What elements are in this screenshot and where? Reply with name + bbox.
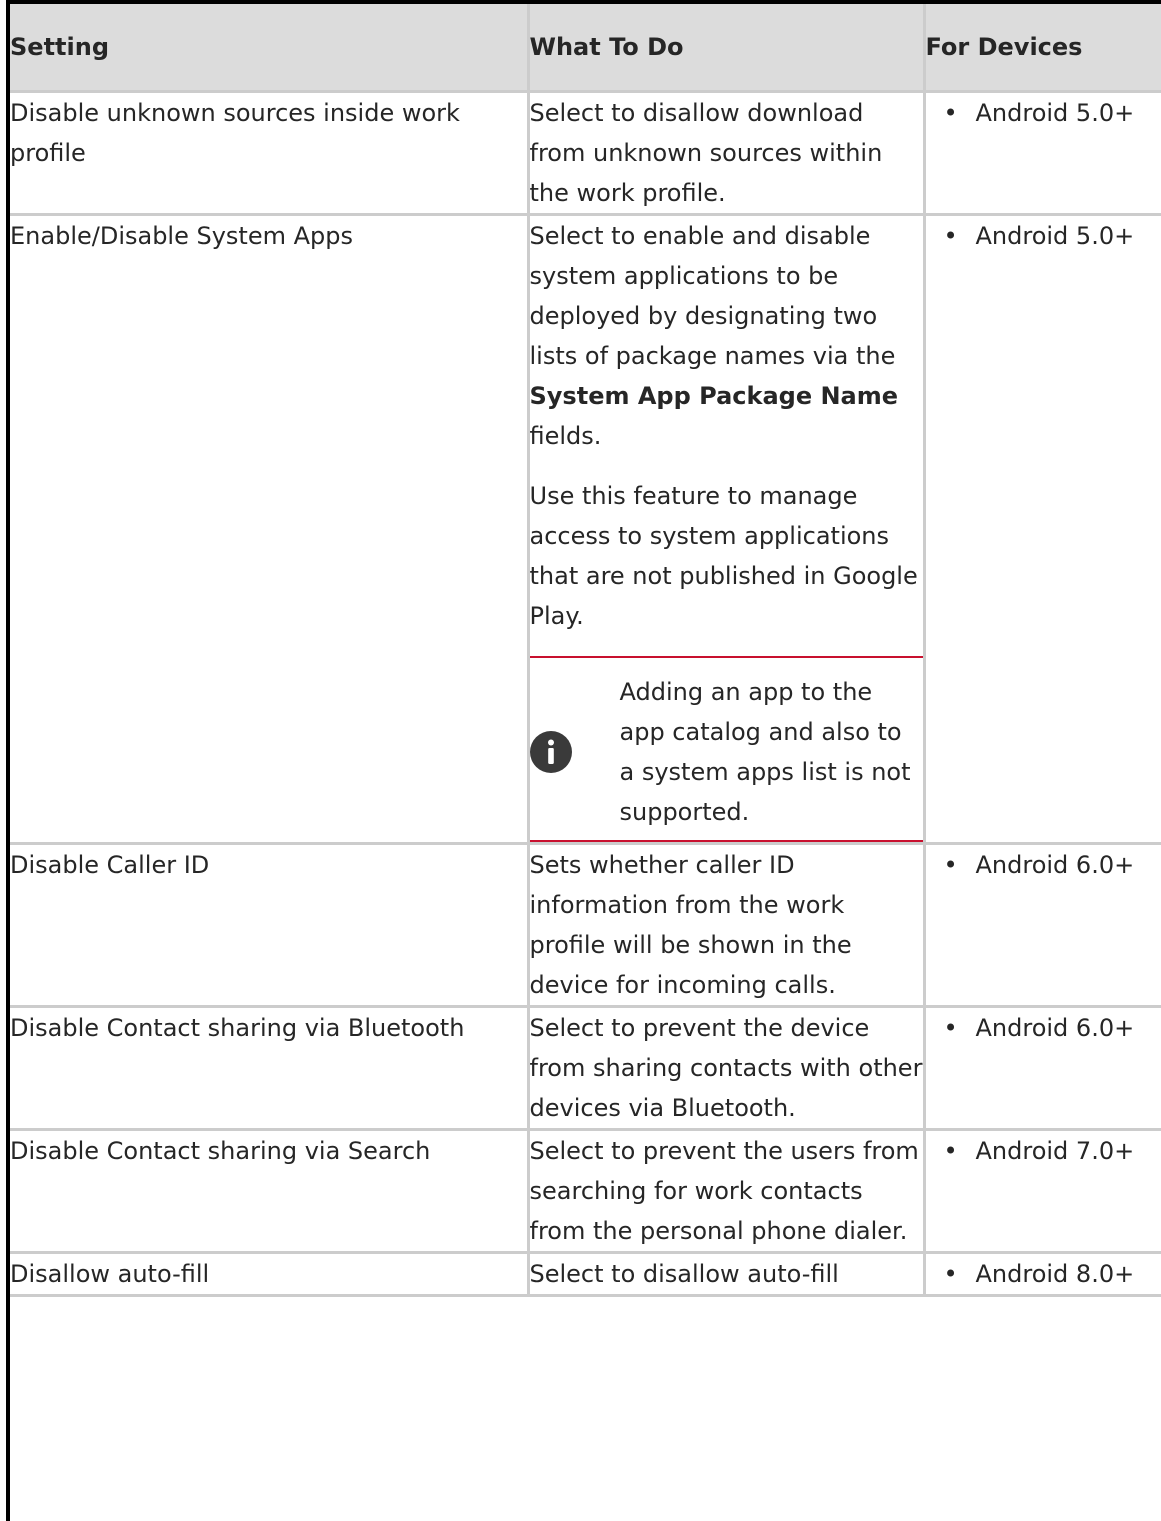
what-to-do-cell: Sets whether caller ID information from …: [526, 842, 926, 1008]
devices-cell: Android 5.0+: [922, 90, 1161, 216]
device-item: Android 5.0+: [944, 93, 1161, 133]
header-what-to-do: What To Do: [526, 4, 926, 93]
what-to-do-text: Select to prevent the device from sharin…: [529, 1014, 923, 1122]
header-setting: Setting: [10, 4, 530, 93]
setting-cell: Enable/Disable System Apps: [10, 213, 530, 845]
devices-cell: Android 6.0+: [922, 1005, 1161, 1131]
what-to-do-text: Sets whether caller ID information from …: [529, 851, 852, 999]
devices-list: Android 6.0+: [926, 1008, 1161, 1048]
setting-cell: Disable unknown sources inside work prof…: [10, 90, 530, 216]
device-item: Android 8.0+: [944, 1254, 1161, 1294]
header-for-devices: For Devices: [922, 4, 1161, 93]
devices-cell: Android 8.0+: [922, 1251, 1161, 1297]
table-row: Enable/Disable System Apps Select to ena…: [10, 213, 1161, 845]
what-to-do-cell: Select to prevent the device from sharin…: [526, 1005, 926, 1131]
note-box: Adding an app to the app catalog and als…: [529, 656, 923, 842]
note-icon-wrap: [529, 731, 620, 773]
devices-cell: Android 7.0+: [922, 1128, 1161, 1254]
field-name-emphasis: System App Package Name: [529, 382, 899, 410]
table-row: Disallow auto-fill Select to disallow au…: [10, 1251, 1161, 1297]
info-icon: [529, 731, 572, 773]
device-item: Android 7.0+: [944, 1131, 1161, 1171]
what-to-do-cell: Select to disallow download from unknown…: [526, 90, 926, 216]
device-item: Android 6.0+: [944, 1008, 1161, 1048]
setting-cell: Disable Contact sharing via Bluetooth: [10, 1005, 530, 1131]
setting-name: Disable unknown sources inside work prof…: [10, 99, 460, 167]
setting-name: Enable/Disable System Apps: [10, 222, 354, 250]
setting-name: Disable Contact sharing via Bluetooth: [10, 1014, 465, 1042]
what-to-do-cell: Select to disallow auto-fill: [526, 1251, 926, 1297]
setting-name: Disallow auto-fill: [10, 1260, 210, 1288]
devices-list: Android 5.0+: [926, 93, 1161, 133]
setting-cell: Disable Caller ID: [10, 842, 530, 1008]
devices-list: Android 7.0+: [926, 1131, 1161, 1171]
devices-cell: Android 5.0+: [922, 213, 1161, 845]
setting-cell: Disallow auto-fill: [10, 1251, 530, 1297]
what-to-do-text-part1: Select to enable and disable system appl…: [529, 222, 896, 370]
device-item: Android 6.0+: [944, 845, 1161, 885]
note-text: Adding an app to the app catalog and als…: [619, 678, 911, 826]
setting-cell: Disable Contact sharing via Search: [10, 1128, 530, 1254]
setting-name: Disable Caller ID: [10, 851, 210, 879]
what-to-do-cell: Select to prevent the users from searchi…: [526, 1128, 926, 1254]
devices-list: Android 6.0+: [926, 845, 1161, 885]
what-to-do-text: Select to disallow download from unknown…: [529, 99, 883, 207]
table-row: Disable unknown sources inside work prof…: [10, 90, 1161, 216]
devices-cell: Android 6.0+: [922, 842, 1161, 1008]
what-to-do-cell: Select to enable and disable system appl…: [526, 213, 926, 845]
settings-table: Setting What To Do For Devices Disable u…: [10, 4, 1161, 1297]
table-row: Disable Caller ID Sets whether caller ID…: [10, 842, 1161, 1008]
table-row: Disable Contact sharing via Search Selec…: [10, 1128, 1161, 1254]
what-to-do-paragraph-2: Use this feature to manage access to sys…: [529, 482, 918, 630]
what-to-do-text-part2: fields.: [529, 422, 602, 450]
device-item: Android 5.0+: [944, 216, 1161, 256]
table-row: Disable Contact sharing via Bluetooth Se…: [10, 1005, 1161, 1131]
what-to-do-text: Select to enable and disable system appl…: [530, 216, 923, 456]
devices-list: Android 8.0+: [926, 1254, 1161, 1294]
table-header-row: Setting What To Do For Devices: [10, 4, 1161, 93]
what-to-do-text: Select to prevent the users from searchi…: [529, 1137, 919, 1245]
what-to-do-text: Select to disallow auto-fill: [529, 1260, 839, 1288]
setting-name: Disable Contact sharing via Search: [10, 1137, 431, 1165]
devices-list: Android 5.0+: [926, 216, 1161, 256]
document-frame: Setting What To Do For Devices Disable u…: [6, 0, 1161, 1521]
